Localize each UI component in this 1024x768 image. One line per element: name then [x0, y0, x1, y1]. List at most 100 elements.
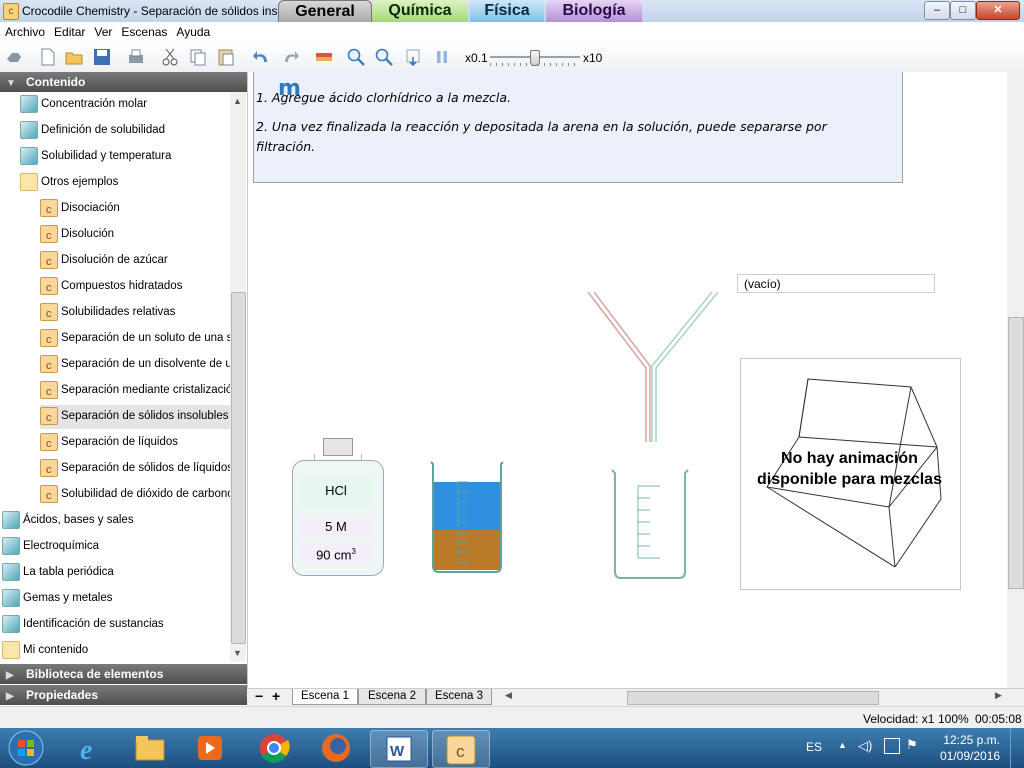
- internet-explorer-icon[interactable]: e: [62, 730, 118, 766]
- tree-item[interactable]: La tabla periódica: [2, 561, 230, 585]
- scene-file-icon: [40, 484, 58, 507]
- tree-item-label: Separación de sólidos de líquidos: [61, 462, 230, 474]
- tree-item[interactable]: Gemas y metales: [2, 587, 230, 611]
- tree-item-label: Separación de un soluto de una sc: [61, 332, 230, 344]
- action-center-icon[interactable]: ⚑: [906, 737, 918, 753]
- collapse-arrow-icon: ▼: [6, 78, 16, 89]
- clock-time[interactable]: 12:25 p.m.: [940, 733, 1000, 747]
- tree-item[interactable]: Mi contenido: [2, 639, 230, 662]
- scroll-down-icon[interactable]: ▼: [233, 648, 242, 658]
- tree-item[interactable]: Solubilidad de dióxido de carbono: [40, 483, 230, 507]
- horizontal-scroll-thumb[interactable]: [627, 691, 879, 705]
- scroll-up-icon[interactable]: ▲: [233, 96, 242, 106]
- tab-biologia[interactable]: Biología: [546, 0, 642, 22]
- tree-item[interactable]: Disolución: [40, 223, 230, 247]
- clock-date[interactable]: 01/09/2016: [940, 749, 1000, 763]
- menu-ver[interactable]: Ver: [89, 22, 116, 39]
- hand-tool-icon[interactable]: [4, 47, 24, 67]
- tree-item[interactable]: Concentración molar: [20, 93, 230, 117]
- tree-item[interactable]: Solubilidad y temperatura: [20, 145, 230, 169]
- tree-item[interactable]: Solubilidades relativas: [40, 301, 230, 325]
- firefox-icon[interactable]: [308, 730, 364, 766]
- bottle-concentration: 5 M: [298, 518, 374, 536]
- tree-item[interactable]: Separación de sólidos insolubles: [40, 405, 230, 429]
- minimize-button[interactable]: –: [924, 1, 950, 20]
- undo-icon[interactable]: [252, 47, 272, 67]
- meter-readout[interactable]: (vacío): [737, 274, 935, 293]
- tree-item[interactable]: Identificación de sustancias: [2, 613, 230, 637]
- scroll-left-icon[interactable]: ◀: [505, 690, 512, 701]
- copy-icon[interactable]: [188, 47, 208, 67]
- mixture-beaker[interactable]: [428, 460, 506, 574]
- canvas-vertical-scrollbar[interactable]: [1007, 72, 1024, 688]
- tab-escena-3[interactable]: Escena 3: [426, 689, 492, 705]
- show-desktop-button[interactable]: [1010, 728, 1024, 768]
- library-section-header[interactable]: ▶ Biblioteca de elementos: [0, 664, 247, 684]
- tree-item-label: Solubilidad de dióxido de carbono: [61, 488, 230, 500]
- tab-fisica[interactable]: Física: [470, 0, 544, 22]
- menu-ayuda[interactable]: Ayuda: [171, 22, 214, 39]
- content-section-header[interactable]: ▼ Contenido: [0, 72, 247, 92]
- hcl-bottle[interactable]: HCl 5 M 90 cm3: [292, 438, 384, 576]
- tree-item[interactable]: Separación de un disolvente de ur: [40, 353, 230, 377]
- tree-item[interactable]: Separación de un soluto de una sc: [40, 327, 230, 351]
- tree-item[interactable]: Separación mediante cristalizació: [40, 379, 230, 403]
- sidebar-scrollbar[interactable]: ▲ ▼: [230, 92, 246, 662]
- scroll-right-icon[interactable]: ▶: [995, 690, 1002, 701]
- canvas-scroll-thumb[interactable]: [1008, 317, 1024, 589]
- new-file-icon[interactable]: [38, 47, 58, 67]
- speed-slider-thumb[interactable]: [530, 50, 540, 66]
- zoom-in-icon[interactable]: [346, 47, 366, 67]
- filter-funnel[interactable]: [586, 290, 720, 444]
- pause-icon[interactable]: [432, 47, 452, 67]
- tab-escena-2[interactable]: Escena 2: [358, 689, 426, 705]
- save-icon[interactable]: [92, 47, 112, 67]
- start-button-icon[interactable]: [8, 730, 44, 766]
- speaker-icon[interactable]: ◁): [858, 738, 872, 754]
- tree-item[interactable]: Definición de solubilidad: [20, 119, 230, 143]
- media-player-icon[interactable]: [182, 730, 238, 766]
- show-hidden-icons[interactable]: ▲: [838, 740, 847, 750]
- tab-quimica[interactable]: Química: [372, 0, 468, 22]
- m-logo-icon: m: [278, 76, 301, 101]
- tab-escena-1[interactable]: Escena 1: [292, 689, 358, 705]
- close-button[interactable]: ✕: [976, 1, 1020, 20]
- word-icon[interactable]: W: [370, 730, 428, 768]
- tree-item[interactable]: Compuestos hidratados: [40, 275, 230, 299]
- tree-item[interactable]: Otros ejemplos: [20, 171, 230, 195]
- tree-item[interactable]: Ácidos, bases y sales: [2, 509, 230, 533]
- print-icon[interactable]: [126, 47, 146, 67]
- step-icon[interactable]: [404, 47, 424, 67]
- redo-icon[interactable]: [280, 47, 300, 67]
- tree-item[interactable]: Disolución de azúcar: [40, 249, 230, 273]
- status-bar: Velocidad: x1 100% 00:05:08: [0, 706, 1024, 729]
- network-icon[interactable]: [884, 738, 900, 754]
- sidebar-scroll-thumb[interactable]: [231, 292, 246, 644]
- tree-item[interactable]: Disociación: [40, 197, 230, 221]
- maximize-button[interactable]: □: [950, 1, 976, 20]
- scene-file-icon: [40, 328, 58, 351]
- tree-item-label: Definición de solubilidad: [41, 124, 166, 136]
- properties-section-header[interactable]: ▶ Propiedades: [0, 685, 247, 705]
- menu-editar[interactable]: Editar: [49, 22, 89, 39]
- remove-scene-button[interactable]: −: [255, 688, 263, 704]
- paste-icon[interactable]: [216, 47, 236, 67]
- crocodile-chemistry-icon[interactable]: c: [432, 730, 490, 768]
- zoom-out-icon[interactable]: [374, 47, 394, 67]
- menu-escenas[interactable]: Escenas: [116, 22, 171, 39]
- empty-beaker[interactable]: [610, 468, 690, 580]
- tree-item[interactable]: Separación de líquidos: [40, 431, 230, 455]
- tab-general[interactable]: General: [278, 0, 372, 23]
- language-indicator[interactable]: ES: [806, 740, 822, 754]
- tree-item[interactable]: Electroquímica: [2, 535, 230, 559]
- speed-slider[interactable]: [490, 50, 580, 66]
- chrome-icon[interactable]: [246, 730, 302, 766]
- file-explorer-icon[interactable]: [122, 730, 178, 766]
- cut-icon[interactable]: [160, 47, 180, 67]
- menu-archivo[interactable]: Archivo: [0, 22, 49, 39]
- measure-icon[interactable]: [314, 47, 334, 67]
- svg-text:W: W: [390, 743, 405, 760]
- tree-item[interactable]: Separación de sólidos de líquidos: [40, 457, 230, 481]
- open-folder-icon[interactable]: [64, 47, 84, 67]
- add-scene-button[interactable]: +: [272, 688, 280, 704]
